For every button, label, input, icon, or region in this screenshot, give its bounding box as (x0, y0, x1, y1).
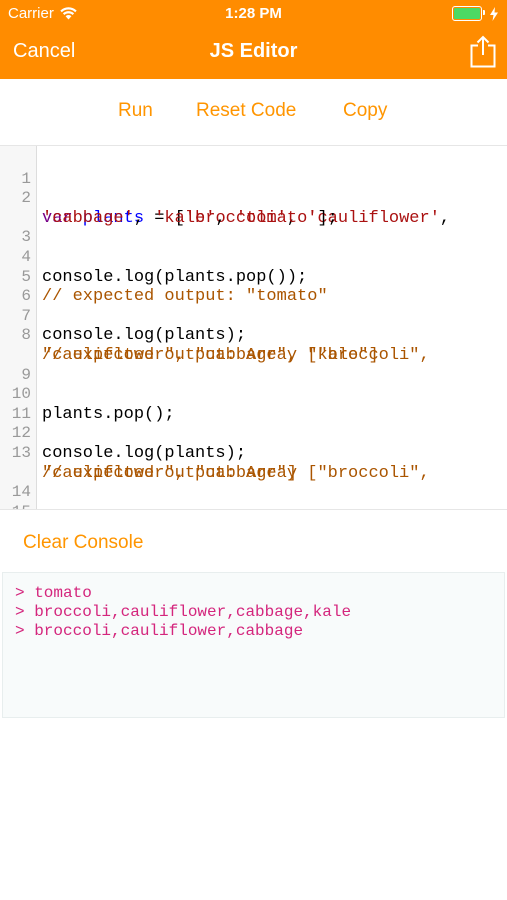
code-line: 9 (0, 346, 41, 384)
nav-bar: Cancel JS Editor (0, 28, 507, 79)
code-line: 10 plants.pop(); (0, 366, 175, 424)
code-line: 13 // expected output: Array ["broccoli"… (0, 424, 430, 483)
code-line: 12 console.log(plants); (0, 405, 246, 463)
editor-divider (0, 509, 507, 510)
code-text: console.log(plants); (42, 443, 247, 463)
code-text: 'cabbage', 'kale', 'tomato']; (42, 209, 338, 229)
punct-token: , (215, 208, 236, 228)
editor-toolbar: Run Reset Code Copy (0, 79, 507, 146)
console-output: > tomato > broccoli,cauliflower,cabbage,… (2, 572, 505, 718)
code-line: 8 // expected output: Array ["broccoli", (0, 307, 429, 365)
run-button[interactable]: Run (118, 100, 153, 122)
console-line: > tomato (15, 584, 92, 602)
punct-token: , (439, 208, 451, 228)
page-title: JS Editor (209, 40, 298, 62)
code-line: 1 (0, 150, 41, 188)
share-icon[interactable] (470, 34, 496, 68)
code-text: console.log(plants); (42, 326, 247, 346)
string-token: 'cabbage' (42, 208, 134, 228)
charging-bolt-icon (490, 6, 498, 21)
status-bar: Carrier 1:28 PM (0, 0, 507, 28)
comment-text: // expected output: "tomato" (42, 287, 328, 307)
code-line: 4 console.log(plants.pop()); (0, 228, 307, 287)
code-editor[interactable]: 1 2 var plants = ['broccoli', 'cauliflow… (0, 146, 507, 509)
clear-console-button[interactable]: Clear Console (23, 532, 143, 554)
code-line: 5 // expected output: "tomato" (0, 248, 327, 307)
status-time: 1:28 PM (225, 5, 282, 22)
string-token: 'kale' (154, 208, 216, 228)
code-line: 15 (0, 483, 41, 509)
code-line: 11 (0, 385, 41, 423)
punct-token: , (133, 208, 155, 228)
code-line: 14 (0, 464, 41, 501)
status-right (452, 6, 499, 21)
comment-text: "cauliflower", "cabbage"] (42, 463, 298, 483)
code-line: 'cabbage', 'kale', 'tomato']; (0, 189, 338, 228)
comment-text: "cauliflower", "cabbage", "kale"] (42, 345, 379, 365)
reset-code-button[interactable]: Reset Code (196, 100, 296, 122)
code-line: "cauliflower", "cabbage"] (0, 444, 297, 483)
code-line: 6 (0, 268, 41, 305)
code-line: 2 var plants = ['broccoli', 'cauliflower… (0, 170, 450, 228)
console-line: > broccoli,cauliflower,cabbage,kale (15, 603, 352, 621)
battery-icon (452, 6, 485, 21)
code-line: 7 console.log(plants); (0, 287, 246, 346)
code-text: console.log(plants.pop()); (42, 267, 308, 287)
code-line: 3 (0, 209, 41, 246)
code-line: "cauliflower", "cabbage", "kale"] (0, 326, 379, 365)
string-token: 'tomato' (235, 208, 318, 228)
console-line: > broccoli,cauliflower,cabbage (15, 622, 304, 640)
punct-token: ]; (317, 208, 338, 228)
copy-button[interactable]: Copy (343, 100, 387, 122)
code-text: plants.pop(); (42, 404, 175, 424)
battery-level (454, 8, 480, 19)
